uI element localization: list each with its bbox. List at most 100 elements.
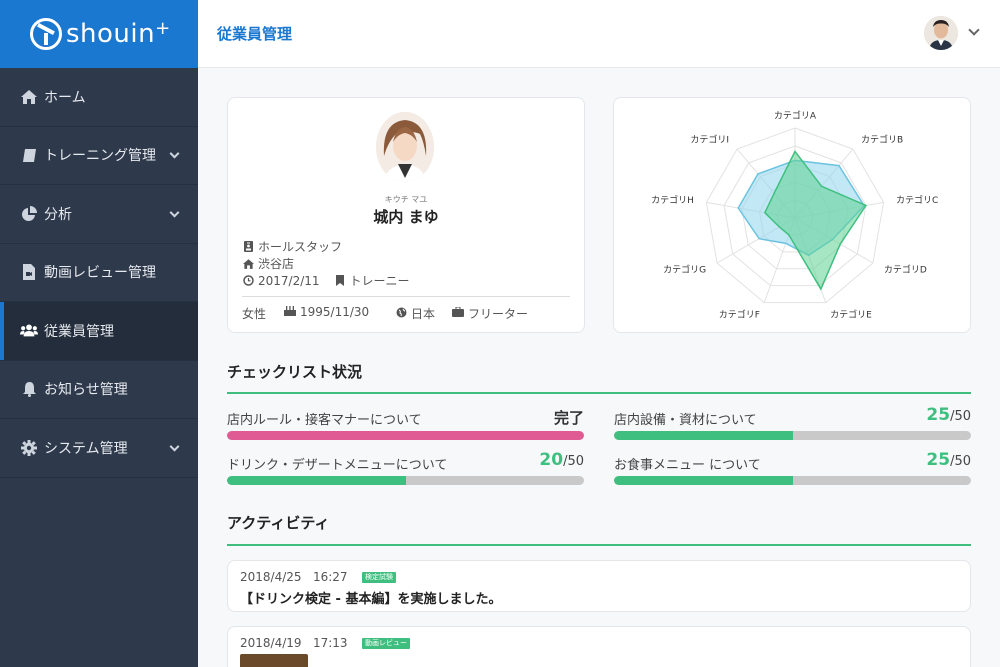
progress-fill (227, 431, 584, 440)
radar-category-label: カテゴリF (719, 308, 760, 320)
progress-fill (614, 476, 793, 485)
profile-name-kana: キウチ マユ (384, 195, 428, 204)
sidebar-item-notices[interactable]: お知らせ管理 (0, 361, 198, 419)
activity-text: 【ドリンク検定 - 基本編】を実施しました。 (240, 592, 502, 607)
book-icon (20, 146, 38, 164)
profile-card: キウチ マユ 城内 まゆ ホールスタッフ 渋谷店 2017/2/11 トレーニー… (227, 97, 585, 333)
home-icon (20, 88, 38, 106)
profile-start-date: 2017/2/11 (258, 273, 320, 288)
sidebar-item-employees[interactable]: 従業員管理 (0, 302, 198, 361)
checklist-item-label: 店内設備・資材について (614, 413, 757, 428)
skill-radar-chart: カテゴリA カテゴリB カテゴリC カテゴリD カテゴリE カテゴリF カテゴリG カテゴリH… (651, 109, 938, 320)
radar-category-label: カテゴリD (884, 263, 927, 275)
page-title: 従業員管理 (217, 25, 293, 43)
brand-name: shouin (66, 19, 156, 49)
sidebar-item-video-review[interactable]: 動画レビュー管理 (0, 244, 198, 302)
sidebar-item-training[interactable]: トレーニング管理 (0, 127, 198, 185)
sidebar-item-label: 動画レビュー管理 (44, 265, 156, 282)
sidebar-item-label: 従業員管理 (44, 323, 114, 340)
profile-role-row: ホールスタッフ (242, 238, 342, 255)
profile-level: トレーニー (349, 274, 410, 288)
video-file-icon (20, 263, 38, 281)
pie-chart-icon (20, 205, 38, 223)
sidebar-nav: ホーム トレーニング管理 分析 動画レビュー管理 従業員管理 お知らせ管理 シス… (0, 68, 198, 478)
profile-birthday-row: 1995/11/30 (284, 305, 369, 319)
activity-divider (227, 544, 971, 546)
skill-radar-card: カテゴリA カテゴリB カテゴリC カテゴリD カテゴリE カテゴリF カテゴリG カテゴリH… (613, 97, 971, 333)
sidebar-item-home[interactable]: ホーム (0, 68, 198, 127)
progress-bar (227, 431, 584, 440)
checklist-item-value: 25/50 (926, 405, 971, 425)
home-icon (242, 258, 254, 270)
profile-employment: フリーター (468, 307, 529, 321)
sidebar-item-label: ホーム (44, 89, 86, 106)
checklist-divider (227, 392, 971, 394)
profile-gender: 女性 (242, 307, 267, 321)
progress-fill (227, 476, 406, 485)
radar-category-label: カテゴリI (690, 133, 729, 145)
progress-bar (614, 476, 971, 485)
profile-employment-row: フリーター (452, 305, 528, 322)
radar-category-label: カテゴリE (830, 308, 872, 320)
profile-divider (242, 296, 570, 297)
birthday-cake-icon (284, 305, 296, 319)
profile-photo (376, 112, 434, 182)
radar-category-label: カテゴリB (861, 133, 903, 145)
user-avatar[interactable] (924, 16, 958, 50)
checklist-item-label: お食事メニュー について (614, 458, 761, 473)
progress-bar (614, 431, 971, 440)
progress-fill (614, 431, 793, 440)
sidebar: shouin + ホーム トレーニング管理 分析 動画レビュー管理 従業員管理 … (0, 0, 198, 667)
top-header: 従業員管理 (198, 0, 1000, 68)
profile-birthday: 1995/11/30 (300, 305, 370, 319)
chevron-down-icon (169, 441, 180, 452)
sidebar-item-analytics[interactable]: 分析 (0, 185, 198, 244)
clock-icon (242, 275, 254, 287)
profile-store-row: 渋谷店 (242, 255, 294, 272)
activity-item[interactable]: 2018/4/25 16:27 検定試験 【ドリンク検定 - 基本編】を実施しま… (227, 560, 971, 612)
activity-timestamp: 2018/4/19 17:13 (240, 636, 348, 650)
checklist-item-value: 25/50 (926, 450, 971, 470)
profile-start-row: 2017/2/11 トレーニー (242, 272, 410, 289)
profile-role: ホールスタッフ (258, 240, 343, 254)
sidebar-item-label: 分析 (44, 206, 72, 223)
checklist-item-value: 20/50 (539, 450, 584, 470)
activity-item[interactable]: 2018/4/19 17:13 動画レビュー (227, 626, 971, 667)
activity-timestamp: 2018/4/25 16:27 (240, 570, 348, 584)
profile-country-row: 日本 (396, 305, 435, 322)
gear-icon (20, 439, 38, 457)
checklist-item-value: 完了 (553, 409, 584, 427)
profile-store: 渋谷店 (258, 257, 295, 271)
sidebar-item-system[interactable]: システム管理 (0, 419, 198, 478)
bookmark-icon (334, 275, 346, 287)
sidebar-item-label: トレーニング管理 (44, 148, 156, 165)
checklist-item-label: ドリンク・デザートメニューについて (227, 458, 448, 473)
chevron-down-icon (169, 207, 180, 218)
sidebar-item-label: システム管理 (44, 440, 128, 457)
profile-gender-row: 女性 (242, 305, 266, 322)
brand-mark-icon (30, 18, 62, 50)
bell-icon (20, 380, 38, 398)
chevron-down-icon (169, 148, 180, 159)
id-badge-icon (242, 241, 254, 253)
globe-icon (396, 307, 407, 321)
brand-plus: + (155, 17, 171, 39)
radar-category-label: カテゴリC (896, 194, 938, 206)
activity-title: アクティビティ (227, 514, 330, 532)
radar-category-label: カテゴリH (651, 194, 694, 206)
briefcase-icon (452, 306, 464, 320)
users-icon (20, 322, 38, 340)
profile-name: 城内 まゆ (373, 208, 439, 226)
checklist-title: チェックリスト状況 (227, 363, 363, 381)
activity-tag: 動画レビュー (362, 638, 410, 649)
radar-category-label: カテゴリG (663, 263, 706, 275)
video-thumbnail[interactable] (240, 654, 308, 667)
checklist-item-label: 店内ルール・接客マナーについて (227, 413, 422, 428)
brand-logo[interactable]: shouin + (0, 0, 198, 68)
profile-country: 日本 (411, 307, 436, 321)
sidebar-item-label: お知らせ管理 (44, 382, 128, 399)
activity-tag: 検定試験 (362, 572, 396, 583)
radar-category-label: カテゴリA (774, 109, 817, 121)
progress-bar (227, 476, 584, 485)
chevron-down-icon[interactable] (968, 24, 980, 36)
